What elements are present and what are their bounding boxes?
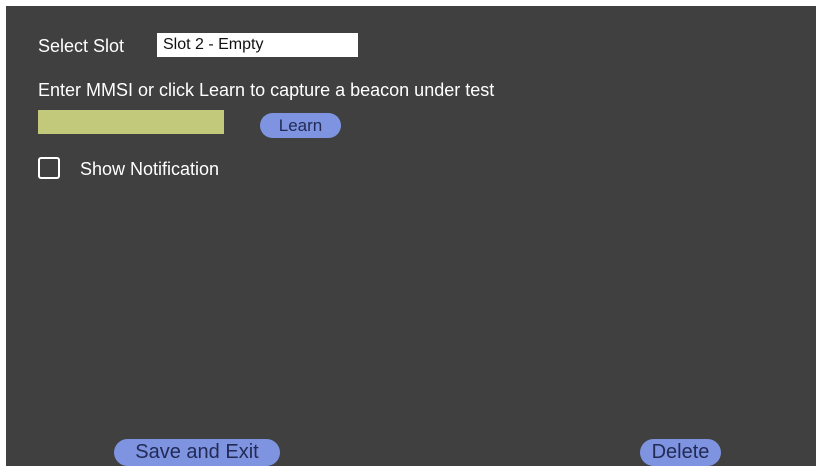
show-notification-label: Show Notification — [80, 159, 220, 179]
mmsi-input[interactable] — [38, 110, 224, 134]
select-slot-label: Select Slot — [38, 36, 125, 56]
show-notification-checkbox[interactable] — [38, 157, 60, 179]
main-panel: Select Slot Slot 2 - Empty Enter MMSI or… — [6, 6, 816, 466]
instruction-text: Enter MMSI or click Learn to capture a b… — [38, 80, 495, 100]
delete-button[interactable]: Delete — [640, 439, 721, 466]
learn-button[interactable]: Learn — [260, 113, 341, 138]
save-and-exit-button[interactable]: Save and Exit — [114, 439, 280, 466]
slot-select[interactable]: Slot 2 - Empty — [157, 33, 358, 57]
